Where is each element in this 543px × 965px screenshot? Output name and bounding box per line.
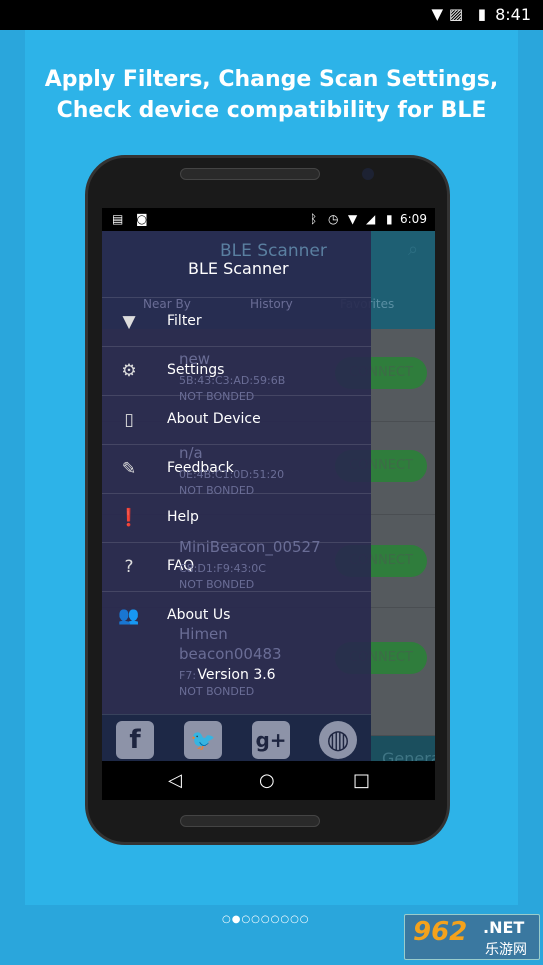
social-links: f 🐦 g+ ◍ [102,714,371,761]
bluetooth-icon: ᛒ [310,212,318,226]
edit-icon: ✎ [121,459,137,479]
wifi-icon: ▼ [348,212,358,226]
status-bar: ▼ ▨ ▮ 8:41 [0,0,543,30]
phone-clock: 6:09 [400,212,427,226]
drawer-item-settings[interactable]: ⚙ Settings [102,346,371,395]
users-icon: 👥 [118,606,140,626]
drawer-item-help[interactable]: ❗ Help [102,493,371,542]
facebook-icon[interactable]: f [116,721,154,759]
drawer-item-filter[interactable]: ▼ Filter [102,297,371,346]
android-icon: ◙ [136,212,148,226]
drawer-item-faq[interactable]: ? FAQ [102,542,371,591]
phone-screen: ▤ ◙ ᛒ ◷ ▼ ◢ ▮ 6:09 Favorites ⌕ CONNECT C… [102,208,435,800]
filter-icon: ▼ [122,312,136,332]
page-indicator[interactable]: ○●○○○○○○○ [222,914,310,925]
gear-icon: ⚙ [121,361,137,381]
globe-icon[interactable]: ◍ [319,721,357,759]
google-plus-icon[interactable]: g+ [252,721,290,759]
question-icon: ? [124,557,134,577]
navigation-drawer: BLE Scanner ▼ Filter ⚙ Settings ▯ About Dev… [102,231,371,761]
drawer-item-label: Help [167,509,199,525]
watermark-logo: 962 .NET 乐游网 [404,914,540,960]
drawer-item-about-us[interactable]: 👥 About Us [102,591,371,640]
version-label: Version 3.6 [197,667,276,683]
phone-status-bar: ▤ ◙ ᛒ ◷ ▼ ◢ ▮ 6:09 [102,208,435,231]
drawer-item-label: Filter [167,313,202,329]
battery-charging-icon: ▮ [477,5,486,23]
drawer-item-label: About Device [167,411,261,427]
speaker-top [180,168,320,180]
drawer-item-label: Feedback [167,460,234,476]
no-sim-icon: ▨ [448,5,463,23]
alarm-icon: ◷ [328,212,339,226]
home-icon[interactable]: ○ [259,770,275,791]
headline-line-2: Check device compatibility for BLE [56,98,487,123]
phone-icon: ▯ [124,410,134,430]
back-icon[interactable]: ◁ [168,770,182,791]
exclamation-icon: ❗ [118,508,140,528]
drawer-item-about-device[interactable]: ▯ About Device [102,395,371,444]
wifi-icon: ▼ [431,5,443,23]
speaker-bottom [180,815,320,827]
clock: 8:41 [495,5,531,24]
headline: Apply Filters, Change Scan Settings, Che… [0,64,543,126]
android-nav-bar: ◁ ○ □ [102,761,435,800]
signal-icon: ◢ [366,212,376,226]
recents-icon[interactable]: □ [353,770,370,791]
notification-icon: ▤ [112,212,124,226]
drawer-item-label: Settings [167,362,225,378]
drawer-item-feedback[interactable]: ✎ Feedback [102,444,371,493]
camera [362,168,374,180]
search-icon[interactable]: ⌕ [408,239,418,260]
battery-icon: ▮ [386,212,393,226]
headline-line-1: Apply Filters, Change Scan Settings, [44,67,499,92]
drawer-title: BLE Scanner [188,259,289,278]
drawer-item-label: About Us [167,607,231,623]
drawer-item-label: FAQ [167,558,195,574]
twitter-icon[interactable]: 🐦 [184,721,222,759]
